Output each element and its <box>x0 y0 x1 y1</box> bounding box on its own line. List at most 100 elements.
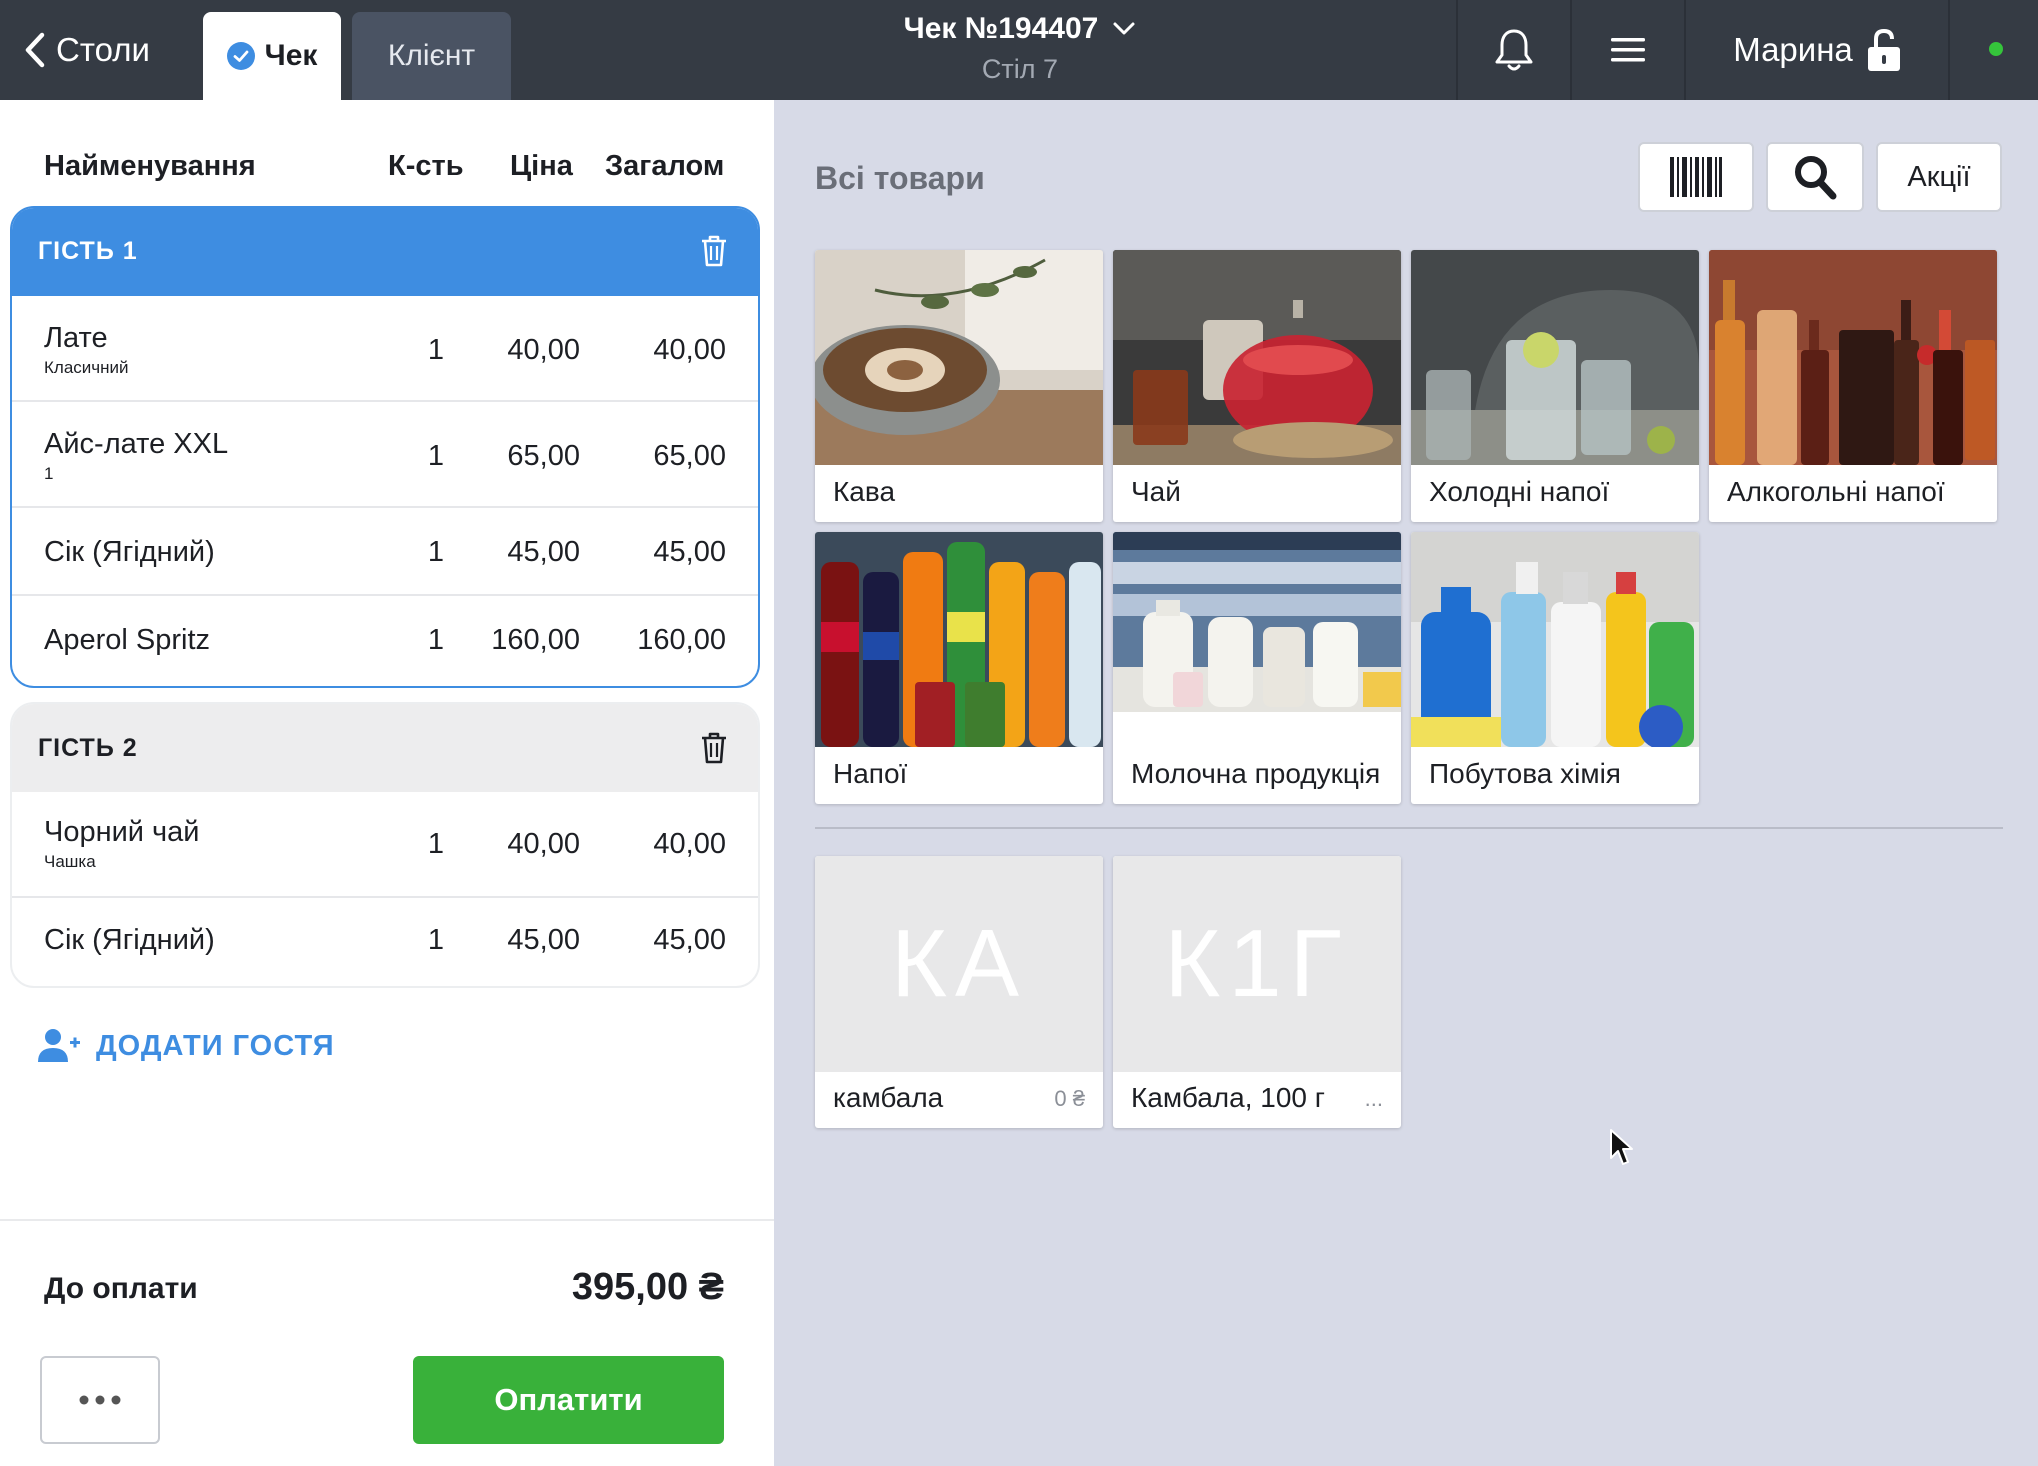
item-name: Сік (Ягідний) <box>44 924 215 956</box>
order-row[interactable]: Чорний чай Чашка 1 40,00 40,00 <box>12 792 758 898</box>
category-label: Побутова хімія <box>1429 758 1621 789</box>
bell-icon <box>1495 29 1533 71</box>
add-guest-button[interactable]: ДОДАТИ ГОСТЯ <box>38 1028 335 1064</box>
household-chemicals-image <box>1411 532 1699 747</box>
table-subtitle: Стіл 7 <box>981 54 1059 84</box>
order-row[interactable]: Сік (Ягідний) 1 45,00 45,00 <box>12 898 758 986</box>
back-label: Столи <box>56 31 150 68</box>
notifications-button[interactable] <box>1458 0 1570 100</box>
item-modifier: Чашка <box>44 852 96 871</box>
mouse-cursor-icon <box>1610 1129 1633 1165</box>
category-tile-cold-drinks[interactable]: Холодні напої <box>1411 250 1699 522</box>
item-qty: 1 <box>427 624 444 656</box>
category-label: Напої <box>833 758 908 789</box>
promotions-button[interactable]: Акції <box>1876 142 2002 212</box>
category-tile-household-chemicals[interactable]: Побутова хімія <box>1411 532 1699 804</box>
item-total: 65,00 <box>653 440 726 472</box>
item-name: Сік (Ягідний) <box>44 536 215 568</box>
trash-icon[interactable] <box>700 235 728 267</box>
tab-client-label: Клієнт <box>387 39 476 72</box>
user-lock-button[interactable]: Марина <box>1686 0 1948 100</box>
column-header-total: Загалом <box>605 150 725 182</box>
item-total: 40,00 <box>653 828 726 860</box>
item-qty: 1 <box>427 924 444 956</box>
item-price: 65,00 <box>507 440 580 472</box>
to-pay-amount: 395,00 ₴ <box>571 1266 724 1308</box>
category-tile-tea[interactable]: Чай <box>1113 250 1401 522</box>
item-name: Айс-лате XXL <box>44 428 229 460</box>
product-tile[interactable]: К1Г Камбала, 100 г ... <box>1113 856 1401 1128</box>
tea-image <box>1113 250 1401 465</box>
tab-check[interactable]: Чек <box>203 12 341 100</box>
more-dots-icon <box>79 1395 121 1405</box>
item-qty: 1 <box>427 828 444 860</box>
cold-drinks-image <box>1411 250 1699 465</box>
menu-button[interactable] <box>1572 0 1684 100</box>
unlock-icon <box>1867 28 1900 71</box>
item-name: Aperol Spritz <box>44 624 211 656</box>
category-tile-drinks[interactable]: Напої <box>815 532 1103 804</box>
drinks-image <box>815 532 1103 747</box>
product-price: ... <box>1364 1086 1383 1111</box>
category-tile-coffee[interactable]: Кава <box>815 250 1103 522</box>
pay-button[interactable]: Оплатити <box>413 1356 724 1444</box>
order-row[interactable]: Сік (Ягідний) 1 45,00 45,00 <box>12 508 758 596</box>
category-label: Молочна продукція <box>1131 758 1381 789</box>
guest-header[interactable]: ГІСТЬ 2 <box>12 704 758 792</box>
product-name: Камбала, 100 г <box>1131 1082 1325 1113</box>
item-total: 45,00 <box>653 536 726 568</box>
item-qty: 1 <box>427 440 444 472</box>
category-label: Холодні напої <box>1429 476 1610 507</box>
add-user-icon <box>38 1029 80 1062</box>
guest-card-2[interactable]: ГІСТЬ 2 Чорний чай Чашка 1 40,00 40,00 С… <box>10 702 760 988</box>
check-circle-icon <box>226 42 255 70</box>
order-row[interactable]: Айс-лате XXL 1 1 65,00 65,00 <box>12 402 758 508</box>
barcode-button[interactable] <box>1638 142 1754 212</box>
trash-icon[interactable] <box>700 732 728 764</box>
item-price: 40,00 <box>507 334 580 366</box>
order-row[interactable]: Лате Класичний 1 40,00 40,00 <box>12 296 758 402</box>
order-row[interactable]: Aperol Spritz 1 160,00 160,00 <box>12 596 758 684</box>
column-header-name: Найменування <box>44 150 256 182</box>
category-label: Чай <box>1131 476 1181 507</box>
item-name: Лате <box>44 322 108 354</box>
item-total: 45,00 <box>653 924 726 956</box>
check-title: Чек №194407 <box>903 12 1099 45</box>
chevron-left-icon <box>25 32 45 68</box>
more-options-button[interactable] <box>40 1356 160 1444</box>
online-status-dot <box>1989 42 2003 56</box>
separator <box>1948 0 1950 100</box>
chevron-down-icon <box>1113 22 1135 35</box>
category-label: Кава <box>833 476 896 507</box>
dairy-image <box>1113 532 1401 747</box>
product-tile[interactable]: КА камбала 0 ₴ <box>815 856 1103 1128</box>
product-initials: К1Г <box>1113 856 1401 1072</box>
item-price: 160,00 <box>491 624 580 656</box>
tab-client[interactable]: Клієнт <box>352 12 511 100</box>
alcohol-image <box>1709 250 1997 465</box>
item-qty: 1 <box>427 334 444 366</box>
item-price: 45,00 <box>507 924 580 956</box>
check-title-dropdown[interactable]: Чек №194407 Стіл 7 <box>820 12 1220 85</box>
top-bar: Столи Чек Клієнт Чек №194407 Стіл 7 Мари… <box>0 0 2038 100</box>
to-pay-label: До оплати <box>44 1272 198 1305</box>
guest-card-1[interactable]: ГІСТЬ 1 Лате Класичний 1 40,00 40,00 Айс… <box>10 206 760 688</box>
search-button[interactable] <box>1766 142 1864 212</box>
product-price: 0 ₴ <box>1054 1086 1085 1111</box>
hamburger-menu-icon <box>1611 38 1645 62</box>
add-guest-label: ДОДАТИ ГОСТЯ <box>96 1029 335 1062</box>
user-name: Марина <box>1733 31 1853 68</box>
item-qty: 1 <box>427 536 444 568</box>
guest-header[interactable]: ГІСТЬ 1 <box>12 208 758 296</box>
category-label: Алкогольні напої <box>1727 476 1945 507</box>
category-tile-dairy[interactable]: Молочна продукція <box>1113 532 1401 804</box>
guest-label: ГІСТЬ 1 <box>38 236 138 265</box>
back-button[interactable]: Столи <box>22 22 150 78</box>
column-header-qty: К-сть <box>388 150 464 182</box>
divider <box>0 1219 774 1221</box>
category-tile-alcohol[interactable]: Алкогольні напої <box>1709 250 1997 522</box>
guest-label: ГІСТЬ 2 <box>38 733 138 762</box>
catalog-title: Всі товари <box>815 160 985 196</box>
column-header-price: Ціна <box>510 150 573 182</box>
product-initials: КА <box>815 856 1103 1072</box>
